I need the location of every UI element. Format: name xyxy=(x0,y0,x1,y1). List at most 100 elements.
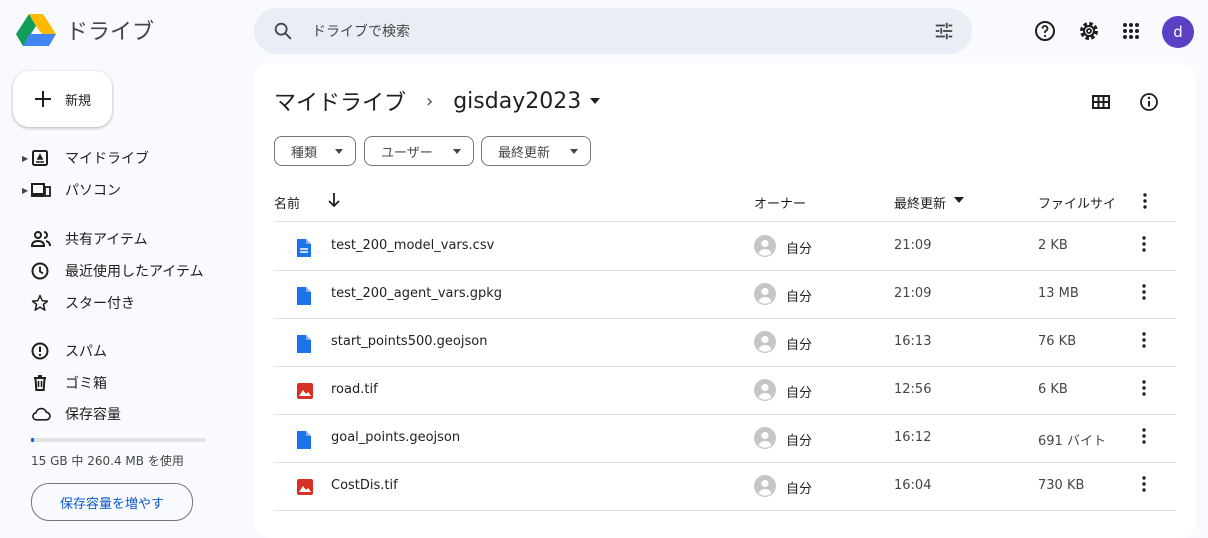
chip-label: 種類 xyxy=(291,145,318,161)
filter-people-chip[interactable]: ユーザー xyxy=(364,136,474,166)
column-header-size[interactable]: ファイルサイ xyxy=(1038,193,1116,212)
shared-icon xyxy=(31,230,51,248)
file-size: 2 KB xyxy=(1038,238,1068,253)
info-icon[interactable] xyxy=(1138,91,1160,113)
image-file-icon xyxy=(296,382,314,400)
computer-icon xyxy=(31,181,51,199)
file-name[interactable]: CostDis.tif xyxy=(331,478,398,493)
more-actions-icon[interactable] xyxy=(1142,332,1146,348)
file-row[interactable]: test_200_agent_vars.gpkg 自分 21:09 13 MB xyxy=(274,271,1176,318)
file-name[interactable]: road.tif xyxy=(331,382,378,397)
filter-type-chip[interactable]: 種類 xyxy=(274,136,356,166)
file-name[interactable]: test_200_agent_vars.gpkg xyxy=(331,286,502,301)
chevron-down-icon xyxy=(335,149,343,154)
apps-grid-icon[interactable] xyxy=(1119,19,1143,43)
file-modified: 21:09 xyxy=(894,286,932,301)
search-input[interactable] xyxy=(310,18,874,46)
sidebar-item-my-drive[interactable]: ▶ マイドライブ xyxy=(0,145,240,171)
file-owner: 自分 xyxy=(786,386,813,401)
more-actions-icon[interactable] xyxy=(1142,380,1146,396)
storage-usage-text: 15 GB 中 260.4 MB を使用 xyxy=(31,454,184,468)
file-name[interactable]: test_200_model_vars.csv xyxy=(331,238,494,253)
expand-caret-icon[interactable]: ▶ xyxy=(22,154,28,163)
file-row[interactable]: road.tif 自分 12:56 6 KB xyxy=(274,367,1176,414)
file-icon xyxy=(296,430,312,450)
file-size: 13 MB xyxy=(1038,286,1079,301)
star-icon xyxy=(31,294,49,312)
sidebar-item-label: パソコン xyxy=(65,183,121,199)
column-header-modified[interactable]: 最終更新 xyxy=(894,193,946,212)
image-file-icon xyxy=(296,478,314,496)
file-owner: 自分 xyxy=(786,242,813,257)
get-more-storage-label: 保存容量を増やす xyxy=(59,496,164,512)
sidebar-item-label: ゴミ箱 xyxy=(65,376,107,392)
gear-icon[interactable] xyxy=(1077,19,1101,43)
breadcrumb-separator: › xyxy=(426,90,434,112)
file-owner: 自分 xyxy=(786,290,813,305)
sidebar-item-spam[interactable]: スパム xyxy=(0,338,240,364)
more-actions-icon[interactable] xyxy=(1142,284,1146,300)
sidebar-item-storage[interactable]: 保存容量 xyxy=(0,401,240,427)
column-options-icon[interactable] xyxy=(1143,193,1147,209)
new-button[interactable]: 新規 xyxy=(13,71,112,127)
sidebar-item-label: スター付き xyxy=(65,296,135,312)
search-icon[interactable] xyxy=(272,20,294,42)
file-row[interactable]: CostDis.tif 自分 16:04 730 KB xyxy=(274,463,1176,510)
owner-avatar-icon xyxy=(754,427,776,449)
sidebar-item-label: 共有アイテム xyxy=(65,232,148,248)
breadcrumb-current-folder[interactable]: gisday2023 xyxy=(453,89,581,114)
sort-arrow-down-icon[interactable] xyxy=(326,191,342,209)
chevron-down-icon xyxy=(570,149,578,154)
sidebar-item-label: スパム xyxy=(65,344,107,360)
storage-progress-fill xyxy=(31,438,34,442)
sidebar-item-label: 最近使用したアイテム xyxy=(65,264,204,280)
cloud-icon xyxy=(31,405,51,423)
file-icon xyxy=(296,334,312,354)
folder-menu-dropdown-icon[interactable] xyxy=(589,97,601,105)
file-name[interactable]: start_points500.geojson xyxy=(331,334,487,349)
row-divider xyxy=(274,510,1176,511)
owner-avatar-icon xyxy=(754,235,776,257)
search-bar[interactable] xyxy=(254,8,972,54)
get-more-storage-button[interactable]: 保存容量を増やす xyxy=(31,483,193,521)
file-modified: 16:12 xyxy=(894,430,932,445)
sidebar-item-shared[interactable]: 共有アイテム xyxy=(0,226,240,252)
account-avatar[interactable]: d xyxy=(1162,16,1194,48)
file-owner: 自分 xyxy=(786,434,813,449)
sidebar-item-computers[interactable]: ▶ パソコン xyxy=(0,177,240,203)
column-header-owner[interactable]: オーナー xyxy=(754,193,806,212)
sort-dropdown-icon[interactable] xyxy=(954,197,964,203)
drive-logo[interactable]: ドライブ xyxy=(16,12,154,48)
file-row[interactable]: start_points500.geojson 自分 16:13 76 KB xyxy=(274,319,1176,366)
file-row[interactable]: test_200_model_vars.csv 自分 21:09 2 KB xyxy=(274,223,1176,270)
owner-avatar-icon xyxy=(754,475,776,497)
more-actions-icon[interactable] xyxy=(1142,236,1146,252)
chip-label: ユーザー xyxy=(381,145,433,161)
owner-avatar-icon xyxy=(754,379,776,401)
more-actions-icon[interactable] xyxy=(1142,428,1146,444)
help-icon[interactable] xyxy=(1033,19,1057,43)
trash-icon xyxy=(31,374,49,392)
file-name[interactable]: goal_points.geojson xyxy=(331,430,460,445)
expand-caret-icon[interactable]: ▶ xyxy=(22,186,28,195)
file-row[interactable]: goal_points.geojson 自分 16:12 691 バイト xyxy=(274,415,1176,462)
app-title: ドライブ xyxy=(66,20,155,45)
grid-view-icon[interactable] xyxy=(1090,91,1112,113)
tune-icon[interactable] xyxy=(933,20,955,42)
breadcrumb-root[interactable]: マイドライブ xyxy=(274,85,406,117)
new-button-label: 新規 xyxy=(65,93,92,109)
column-header-name[interactable]: 名前 xyxy=(274,193,300,212)
avatar-initial: d xyxy=(1173,23,1183,41)
sidebar-item-recent[interactable]: 最近使用したアイテム xyxy=(0,258,240,284)
file-modified: 16:13 xyxy=(894,334,932,349)
clock-icon xyxy=(31,262,49,280)
more-actions-icon[interactable] xyxy=(1142,476,1146,492)
file-icon xyxy=(296,286,312,306)
filter-modified-chip[interactable]: 最終更新 xyxy=(481,136,591,166)
sidebar-item-trash[interactable]: ゴミ箱 xyxy=(0,370,240,396)
file-size: 6 KB xyxy=(1038,382,1068,397)
storage-progress-bar xyxy=(31,438,206,442)
sidebar-item-starred[interactable]: スター付き xyxy=(0,290,240,316)
main-panel: マイドライブ › gisday2023 種類 ユーザー 最終更新 名前 オーナー… xyxy=(254,63,1196,538)
my-drive-icon xyxy=(31,149,49,167)
